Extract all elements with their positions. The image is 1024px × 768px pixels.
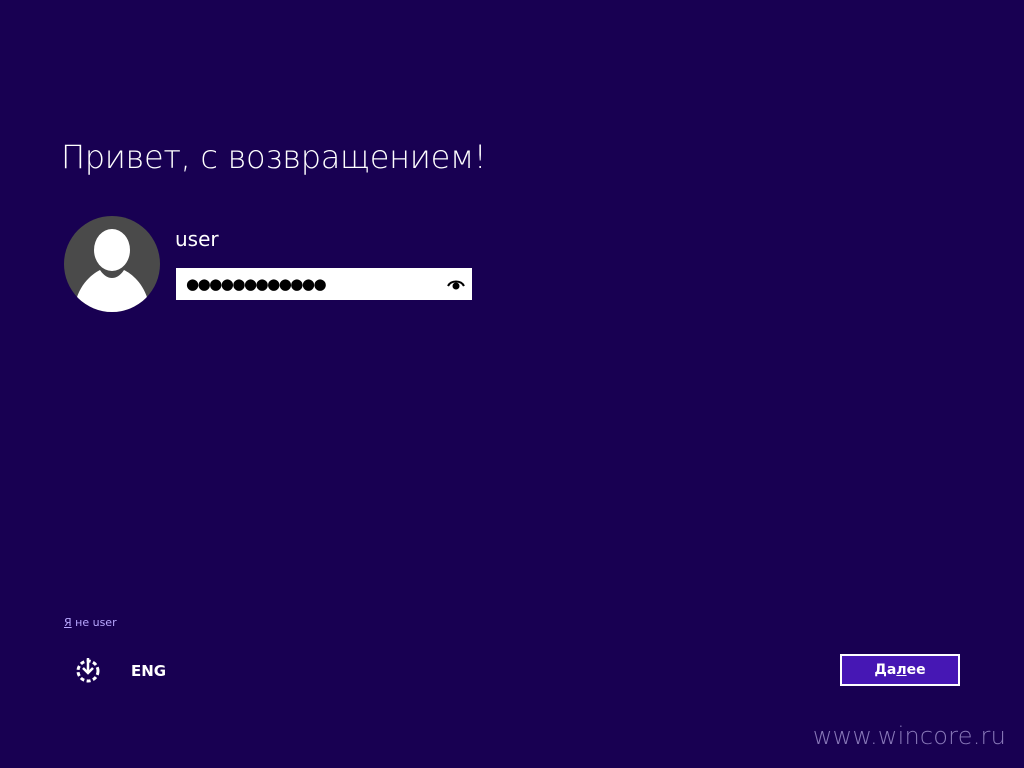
next-label-end: ее [906, 662, 926, 678]
next-label-start: Да [874, 662, 897, 678]
password-input[interactable]: ●●●●●●●●●●●● [176, 268, 472, 300]
user-silhouette-icon [64, 216, 160, 312]
switch-user-hotkey: Я [64, 616, 72, 629]
switch-user-text: не user [71, 616, 117, 629]
watermark: www.wincore.ru [812, 722, 1006, 750]
lock-screen: Привет, с возвращением! user ●●●●●●●●●●●… [0, 0, 1024, 768]
switch-user-link[interactable]: Я не user [64, 616, 117, 629]
user-avatar [64, 216, 160, 312]
ease-of-access-icon[interactable] [74, 657, 102, 685]
language-indicator[interactable]: ENG [131, 662, 166, 680]
next-button[interactable]: Далее [840, 654, 960, 686]
password-value: ●●●●●●●●●●●● [186, 275, 327, 293]
greeting-heading: Привет, с возвращением! [61, 138, 487, 176]
username-label: user [175, 227, 219, 251]
eye-icon[interactable] [444, 276, 468, 292]
next-label-hotkey: л [896, 662, 907, 678]
